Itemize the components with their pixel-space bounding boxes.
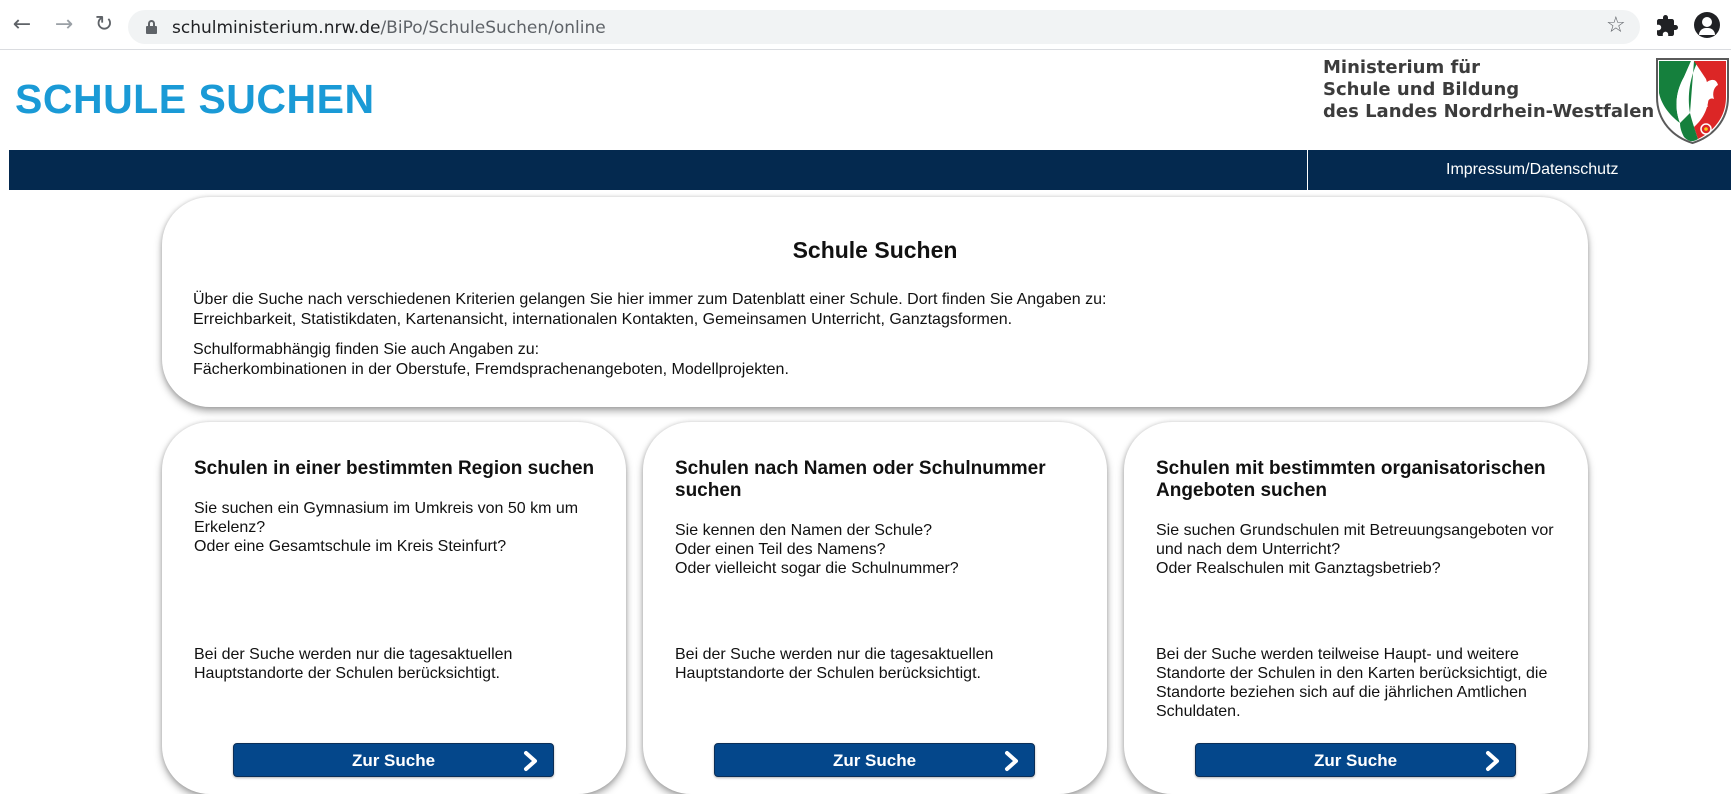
card-note-line-2: Standorte der Schulen in den Karten berü… (1156, 665, 1548, 682)
card-note-line-3: Standorte beziehen sich auf die jährlich… (1156, 684, 1527, 701)
ministry-line-1: Ministerium für (1323, 57, 1480, 78)
forward-arrow-icon[interactable]: → (52, 13, 76, 37)
intro-p2-line-2: Fächerkombinationen in der Oberstufe, Fr… (193, 361, 789, 378)
region-search-button[interactable]: Zur Suche (233, 743, 554, 777)
card-desc-line-2: und nach dem Unterricht? (1156, 541, 1341, 558)
nrw-coat-of-arms-icon (1656, 58, 1729, 145)
star-icon[interactable]: ☆ (1606, 14, 1626, 38)
card-title: Schulen nach Namen oder Schulnummer such… (675, 458, 1046, 501)
url-text[interactable]: schulministerium.nrw.de/BiPo/SchuleSuche… (172, 18, 606, 38)
navbar-divider (1307, 150, 1308, 190)
intro-paragraph-1: Über die Suche nach verschiedenen Kriter… (193, 290, 1106, 330)
card-title: Schulen in einer bestimmten Region suche… (194, 458, 595, 479)
organisational-search-card: Schulen mit bestimmten organisatorischen… (1124, 422, 1588, 794)
intro-p2-line-1: Schulformabhängig finden Sie auch Angabe… (193, 341, 540, 358)
ministry-line-3: des Landes Nordrhein-Westfalen (1323, 101, 1655, 122)
card-note-line-1: Bei der Suche werden teilweise Haupt- un… (1156, 646, 1519, 663)
name-search-card: Schulen nach Namen oder Schulnummer such… (643, 422, 1107, 794)
card-desc-line-3: Oder Realschulen mit Ganztagsbetrieb? (1156, 560, 1441, 577)
url-domain: schulministerium.nrw.de (172, 18, 381, 38)
card-note: Bei der Suche werden teilweise Haupt- un… (1156, 645, 1566, 721)
intro-p1-line-1: Über die Suche nach verschiedenen Kriter… (193, 291, 1107, 308)
organisational-search-button[interactable]: Zur Suche (1195, 743, 1516, 777)
card-description: Sie kennen den Namen der Schule? Oder ei… (675, 521, 1085, 578)
ministry-name: Ministerium für Schule und Bildung des L… (1323, 57, 1654, 123)
profile-icon[interactable] (1694, 12, 1720, 38)
card-desc-line-2: Erkelenz? (194, 519, 266, 536)
intro-title: Schule Suchen (792, 237, 958, 263)
extensions-icon[interactable] (1655, 14, 1679, 38)
address-bar[interactable]: schulministerium.nrw.de/BiPo/SchuleSuche… (128, 10, 1640, 44)
chevron-right-icon (1486, 751, 1499, 771)
card-note-line-4: Schuldaten. (1156, 703, 1241, 720)
intro-p1-line-2: Erreichbarkeit, Statistikdaten, Kartenan… (193, 311, 1013, 328)
card-note: Bei der Suche werden nur die tagesaktuel… (194, 645, 604, 683)
card-desc-line-1: Sie suchen ein Gymnasium im Umkreis von … (194, 500, 579, 517)
card-desc-line-3: Oder eine Gesamtschule im Kreis Steinfur… (194, 538, 507, 555)
top-navbar: Impressum/Datenschutz (9, 150, 1731, 190)
intro-paragraph-2: Schulformabhängig finden Sie auch Angabe… (193, 340, 789, 380)
card-note-line-1: Bei der Suche werden nur die tagesaktuel… (194, 646, 513, 663)
ministry-line-2: Schule und Bildung (1323, 79, 1520, 100)
card-description: Sie suchen ein Gymnasium im Umkreis von … (194, 499, 604, 556)
card-note: Bei der Suche werden nur die tagesaktuel… (675, 645, 1085, 683)
reload-icon[interactable]: ↻ (92, 13, 116, 37)
card-desc-line-3: Oder vielleicht sogar die Schulnummer? (675, 560, 959, 577)
card-note-line-2: Hauptstandorte der Schulen berücksichtig… (194, 665, 500, 682)
card-desc-line-1: Sie suchen Grundschulen mit Betreuungsan… (1156, 522, 1554, 539)
card-note-line-1: Bei der Suche werden nur die tagesaktuel… (675, 646, 994, 663)
url-path: /BiPo/SchuleSuchen/online (380, 18, 606, 38)
impressum-link[interactable]: Impressum/Datenschutz (1446, 161, 1619, 179)
lock-icon[interactable] (146, 20, 157, 34)
browser-toolbar: ← → ↻ schulministerium.nrw.de/BiPo/Schul… (0, 0, 1731, 50)
intro-card: Schule Suchen Über die Suche nach versch… (162, 197, 1588, 407)
chevron-right-icon (524, 751, 537, 771)
search-button-label: Zur Suche (351, 751, 436, 770)
card-description: Sie suchen Grundschulen mit Betreuungsan… (1156, 521, 1566, 578)
card-desc-line-1: Sie kennen den Namen der Schule? (675, 522, 933, 539)
search-button-label: Zur Suche (832, 751, 917, 770)
search-button-label: Zur Suche (1313, 751, 1398, 770)
card-title: Schulen mit bestimmten organisatorischen… (1156, 458, 1546, 501)
card-note-line-2: Hauptstandorte der Schulen berücksichtig… (675, 665, 981, 682)
page-title: SCHULE SUCHEN (15, 76, 375, 122)
back-arrow-icon[interactable]: ← (10, 13, 34, 37)
name-search-button[interactable]: Zur Suche (714, 743, 1035, 777)
chevron-right-icon (1005, 751, 1018, 771)
region-search-card: Schulen in einer bestimmten Region suche… (162, 422, 626, 794)
card-desc-line-2: Oder einen Teil des Namens? (675, 541, 886, 558)
